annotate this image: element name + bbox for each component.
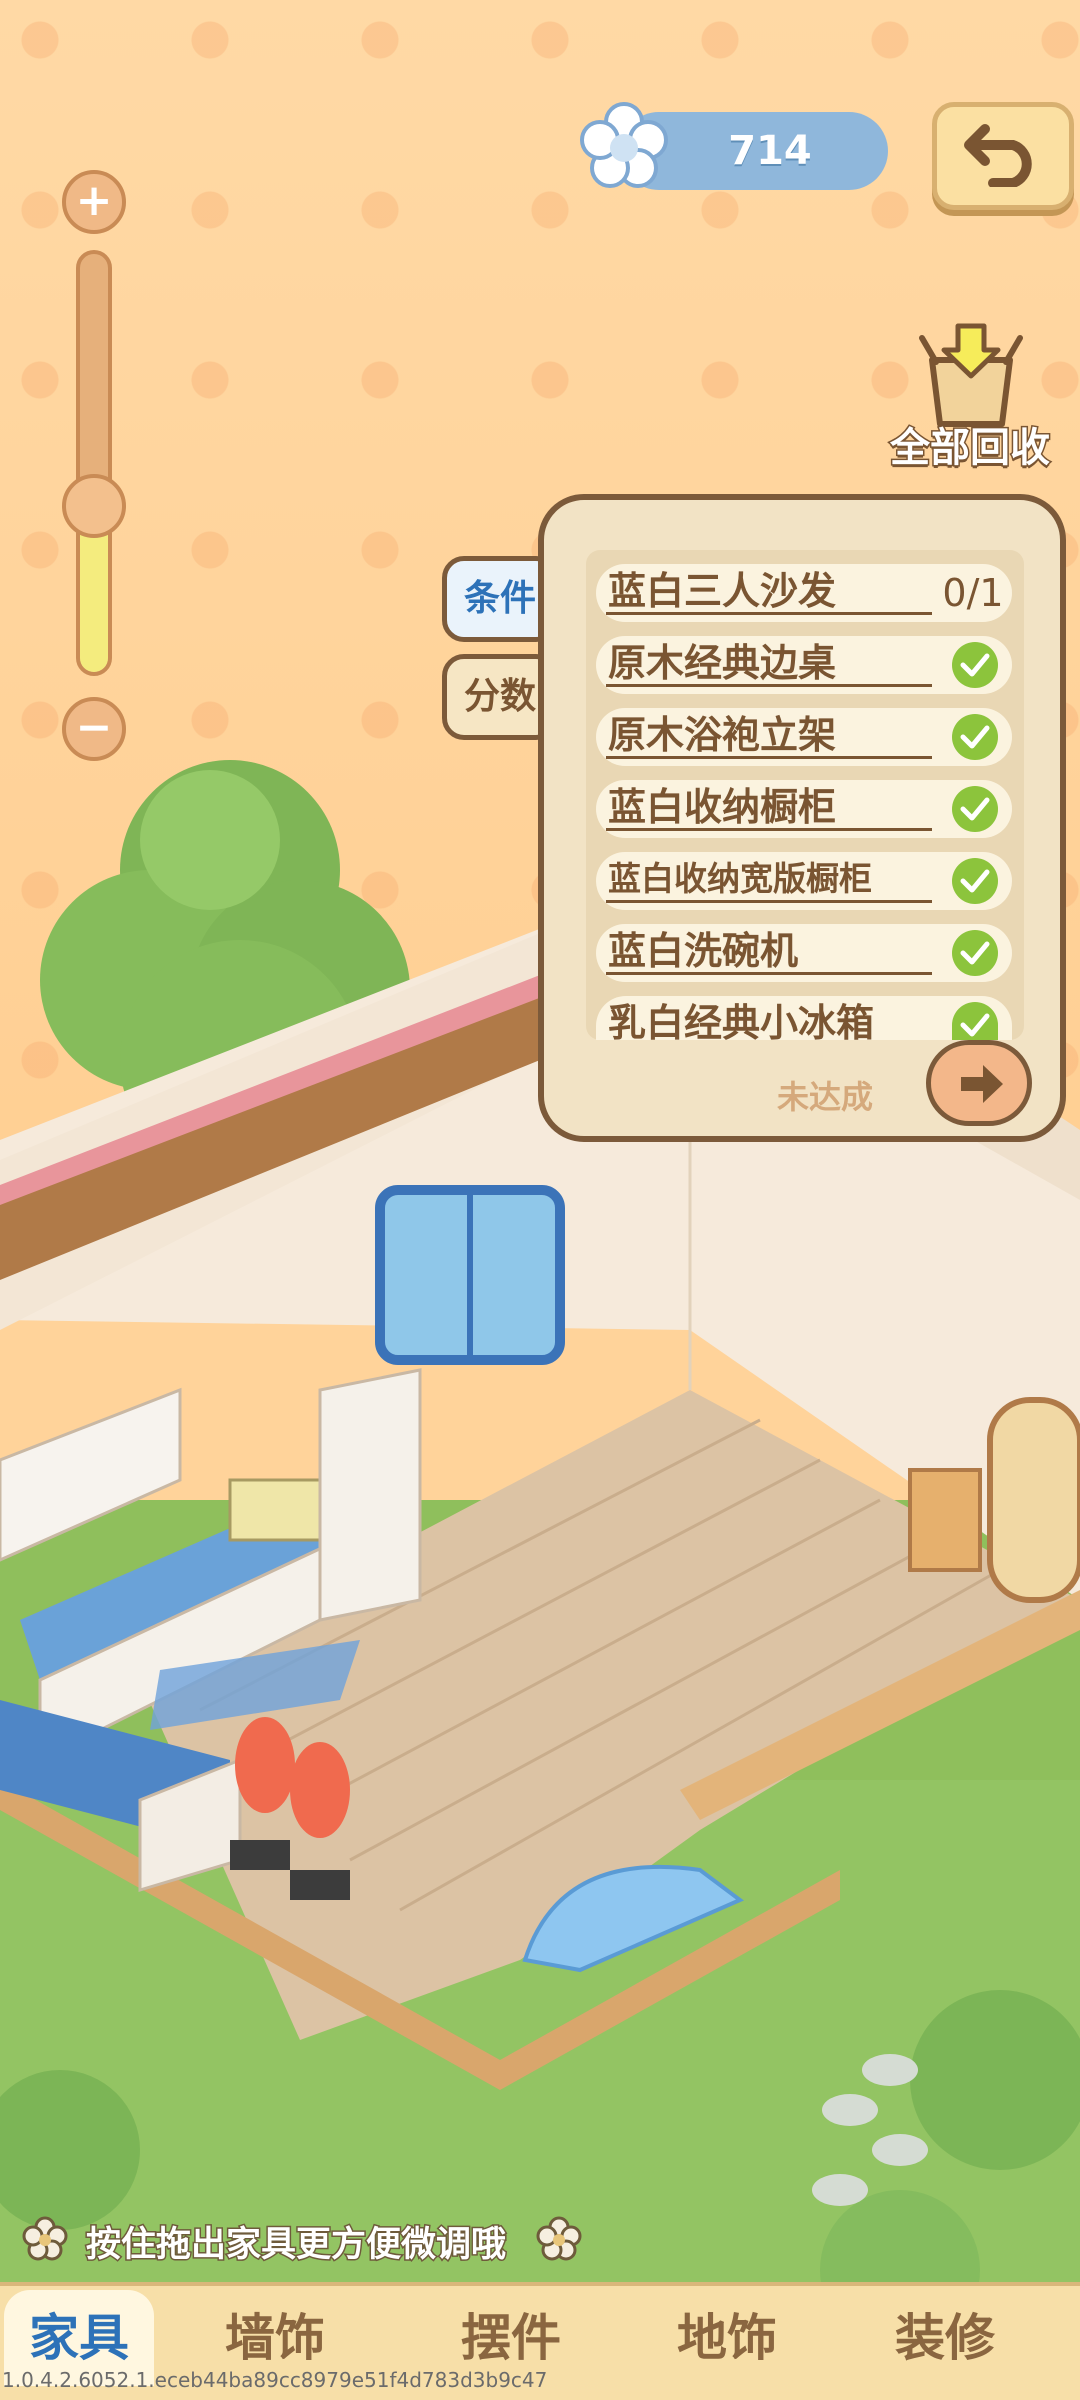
zoom-out-button[interactable]: − <box>62 697 126 761</box>
flower-icon <box>22 2216 68 2261</box>
condition-underline <box>606 828 932 831</box>
tab-renovation[interactable]: 装修 <box>870 2290 1020 2386</box>
condition-count: 0/1 <box>942 571 1004 615</box>
condition-underline <box>606 756 932 759</box>
check-icon <box>952 858 998 904</box>
zoom-slider-knob[interactable] <box>62 473 126 538</box>
condition-label: 乳白经典小冰箱 <box>608 1001 875 1040</box>
next-button[interactable] <box>926 1040 1032 1126</box>
recycle-bag-icon[interactable] <box>912 320 1030 430</box>
arrow-right-icon <box>961 1065 1003 1103</box>
condition-underline <box>606 612 932 615</box>
condition-underline <box>606 900 932 903</box>
hint-text: 按住拖出家具更方便微调哦 <box>85 2224 508 2267</box>
tab-floor-decor[interactable]: 地饰 <box>652 2290 802 2386</box>
zoom-slider-track[interactable] <box>76 250 112 676</box>
window <box>375 1185 565 1365</box>
recycle-all-label[interactable]: 全部回收 <box>880 415 1060 473</box>
status-text: 未达成 <box>776 1078 873 1116</box>
check-icon <box>952 1002 998 1040</box>
check-icon <box>952 642 998 688</box>
game-screen: 714 + − 全部回收 条件 分数 蓝白三人沙发 0/1 原木经典边桌 原木浴… <box>0 0 1080 2400</box>
check-icon <box>952 930 998 976</box>
flower-icon <box>580 102 668 188</box>
condition-underline <box>606 684 932 687</box>
condition-underline <box>606 972 932 975</box>
check-icon <box>952 786 998 832</box>
currency-value: 714 <box>728 128 812 174</box>
back-button[interactable] <box>932 102 1074 210</box>
flower-icon <box>536 2216 582 2261</box>
undo-icon <box>964 124 1032 187</box>
check-icon <box>952 714 998 760</box>
zoom-in-button[interactable]: + <box>62 170 126 234</box>
version-text: 1.0.4.2.6052.1.eceb44ba89cc8979e51f4d783… <box>2 2368 548 2392</box>
